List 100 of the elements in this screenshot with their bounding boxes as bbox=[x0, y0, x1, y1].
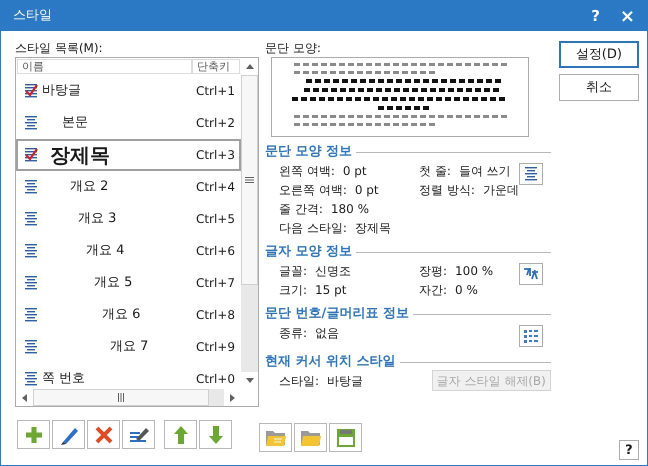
field-label: 첫 줄: bbox=[419, 162, 451, 180]
shortcut-text: Ctrl+7 bbox=[196, 275, 235, 292]
field-label: 크기: bbox=[279, 282, 308, 298]
scroll-down-icon bbox=[246, 378, 254, 383]
section-title: 현재 커서 위치 스타일 bbox=[265, 353, 396, 372]
style-name: 개요 3 bbox=[77, 210, 118, 228]
field-value: 없음 bbox=[315, 324, 340, 342]
field-value: 바탕글 bbox=[327, 372, 364, 390]
dialog-button[interactable]: 취소 bbox=[558, 74, 639, 101]
style-name: 쪽 번호 bbox=[41, 370, 86, 388]
folder-icon bbox=[300, 428, 322, 446]
dialog-button[interactable]: 설정(D) bbox=[558, 41, 639, 68]
field-label: 스타일: bbox=[279, 372, 320, 390]
close-button[interactable]: × bbox=[620, 2, 635, 30]
horizontal-scrollbar[interactable] bbox=[16, 389, 241, 406]
field-label: 자간: bbox=[419, 282, 448, 298]
field-label: 왼쪽 여백: bbox=[279, 162, 335, 180]
paragraph-icon bbox=[24, 180, 38, 194]
align-icon bbox=[524, 167, 538, 181]
style-row[interactable]: 개요 7 Ctrl+9 bbox=[16, 331, 241, 363]
shortcut-text: Ctrl+1 bbox=[196, 83, 235, 100]
field-label: 장평: bbox=[419, 262, 448, 280]
save-icon bbox=[336, 428, 356, 448]
style-row[interactable]: 바탕글 Ctrl+1 bbox=[16, 75, 241, 107]
style-name: 바탕글 bbox=[41, 82, 82, 100]
checked-style-icon bbox=[24, 84, 38, 98]
scroll-right-icon bbox=[230, 394, 235, 402]
shortcut-text: Ctrl+5 bbox=[196, 211, 235, 228]
section-title: 글자 모양 정보 bbox=[265, 243, 352, 262]
shortcut-text: Ctrl+2 bbox=[196, 115, 235, 132]
import-button[interactable] bbox=[259, 423, 292, 452]
style-name: 장제목 bbox=[49, 142, 111, 169]
paragraph-icon bbox=[24, 308, 38, 322]
delete-button[interactable] bbox=[87, 420, 120, 449]
paragraph-icon bbox=[24, 116, 38, 130]
save-button[interactable] bbox=[329, 423, 362, 452]
column-header[interactable]: 이름 bbox=[17, 59, 192, 74]
style-row[interactable]: 개요 4 Ctrl+6 bbox=[16, 235, 241, 267]
scroll-left-icon bbox=[22, 394, 27, 402]
open-button[interactable] bbox=[294, 423, 327, 452]
field-value: 들여 쓰기 bbox=[458, 162, 511, 180]
style-name: 개요 5 bbox=[93, 274, 134, 292]
shortcut-text: Ctrl+0 bbox=[196, 371, 235, 388]
field-value: 가운데 bbox=[482, 182, 519, 198]
shortcut-text: Ctrl+8 bbox=[196, 307, 235, 324]
shortcut-text: Ctrl+9 bbox=[196, 339, 235, 356]
help-button[interactable]: ? bbox=[591, 4, 600, 28]
field-label: 줄 간격: bbox=[279, 200, 323, 218]
grip-icon bbox=[118, 393, 124, 402]
field-value: 0 % bbox=[455, 282, 478, 298]
section-button[interactable] bbox=[518, 163, 543, 185]
style-row[interactable]: 개요 5 Ctrl+7 bbox=[16, 267, 241, 299]
style-name: 개요 2 bbox=[69, 178, 110, 196]
paragraph-icon bbox=[24, 372, 38, 386]
preview-label: 문단 모양: bbox=[264, 40, 322, 57]
field-label: 다음 스타일: bbox=[279, 220, 347, 236]
scroll-up-icon bbox=[246, 64, 254, 69]
section-button[interactable] bbox=[518, 263, 543, 285]
edit-button[interactable] bbox=[52, 420, 85, 449]
style-name: 개요 7 bbox=[109, 338, 150, 356]
horizontal-thumb[interactable] bbox=[33, 389, 209, 406]
field-value: 장제목 bbox=[354, 220, 391, 236]
style-name: 개요 4 bbox=[85, 242, 126, 260]
paragraph-icon bbox=[24, 276, 38, 290]
add-button[interactable] bbox=[17, 420, 50, 449]
style-row[interactable]: 개요 6 Ctrl+8 bbox=[16, 299, 241, 331]
style-name: 개요 6 bbox=[101, 306, 142, 324]
move-down-button[interactable] bbox=[199, 420, 232, 449]
shortcut-text: Ctrl+3 bbox=[196, 147, 235, 164]
field-label: 정렬 방식: bbox=[419, 182, 475, 198]
close-icon bbox=[94, 426, 112, 444]
field-label: 글꼴: bbox=[279, 262, 308, 280]
style-list-label: 스타일 목록(M): bbox=[15, 40, 104, 57]
field-value: 15 pt bbox=[315, 282, 346, 298]
help-button[interactable]: ? bbox=[618, 440, 639, 460]
window-title: 스타일 bbox=[13, 7, 53, 26]
grip-icon bbox=[245, 177, 254, 183]
arrow-up-icon bbox=[172, 424, 188, 444]
field-label: 종류: bbox=[279, 324, 308, 342]
numbered-list-icon bbox=[522, 328, 539, 344]
style-row[interactable]: 쪽 번호 Ctrl+0 bbox=[16, 363, 241, 389]
paragraph-icon bbox=[24, 244, 38, 258]
style-row[interactable]: 개요 2 Ctrl+4 bbox=[16, 171, 241, 203]
field-value: 180 % bbox=[330, 200, 369, 218]
column-header[interactable]: 단축키 bbox=[192, 59, 240, 74]
scroll-thumb[interactable] bbox=[241, 75, 258, 285]
folder-document-icon bbox=[264, 428, 286, 446]
shortcut-text: Ctrl+6 bbox=[196, 243, 235, 260]
field-label: 오른쪽 여백: bbox=[279, 182, 347, 198]
arrow-down-icon bbox=[208, 424, 224, 444]
style-row[interactable]: 장제목 Ctrl+3 bbox=[16, 139, 241, 171]
move-up-button[interactable] bbox=[164, 420, 197, 449]
vertical-scrollbar[interactable] bbox=[241, 58, 258, 389]
section-title: 문단 번호/글머리표 정보 bbox=[265, 305, 409, 324]
style-row[interactable]: 개요 3 Ctrl+5 bbox=[16, 203, 241, 235]
style-edit-button[interactable] bbox=[122, 420, 155, 449]
section-button[interactable] bbox=[518, 325, 543, 347]
plus-icon bbox=[24, 426, 42, 444]
field-value: 0 pt bbox=[342, 162, 367, 180]
style-row[interactable]: 본문 Ctrl+2 bbox=[16, 107, 241, 139]
